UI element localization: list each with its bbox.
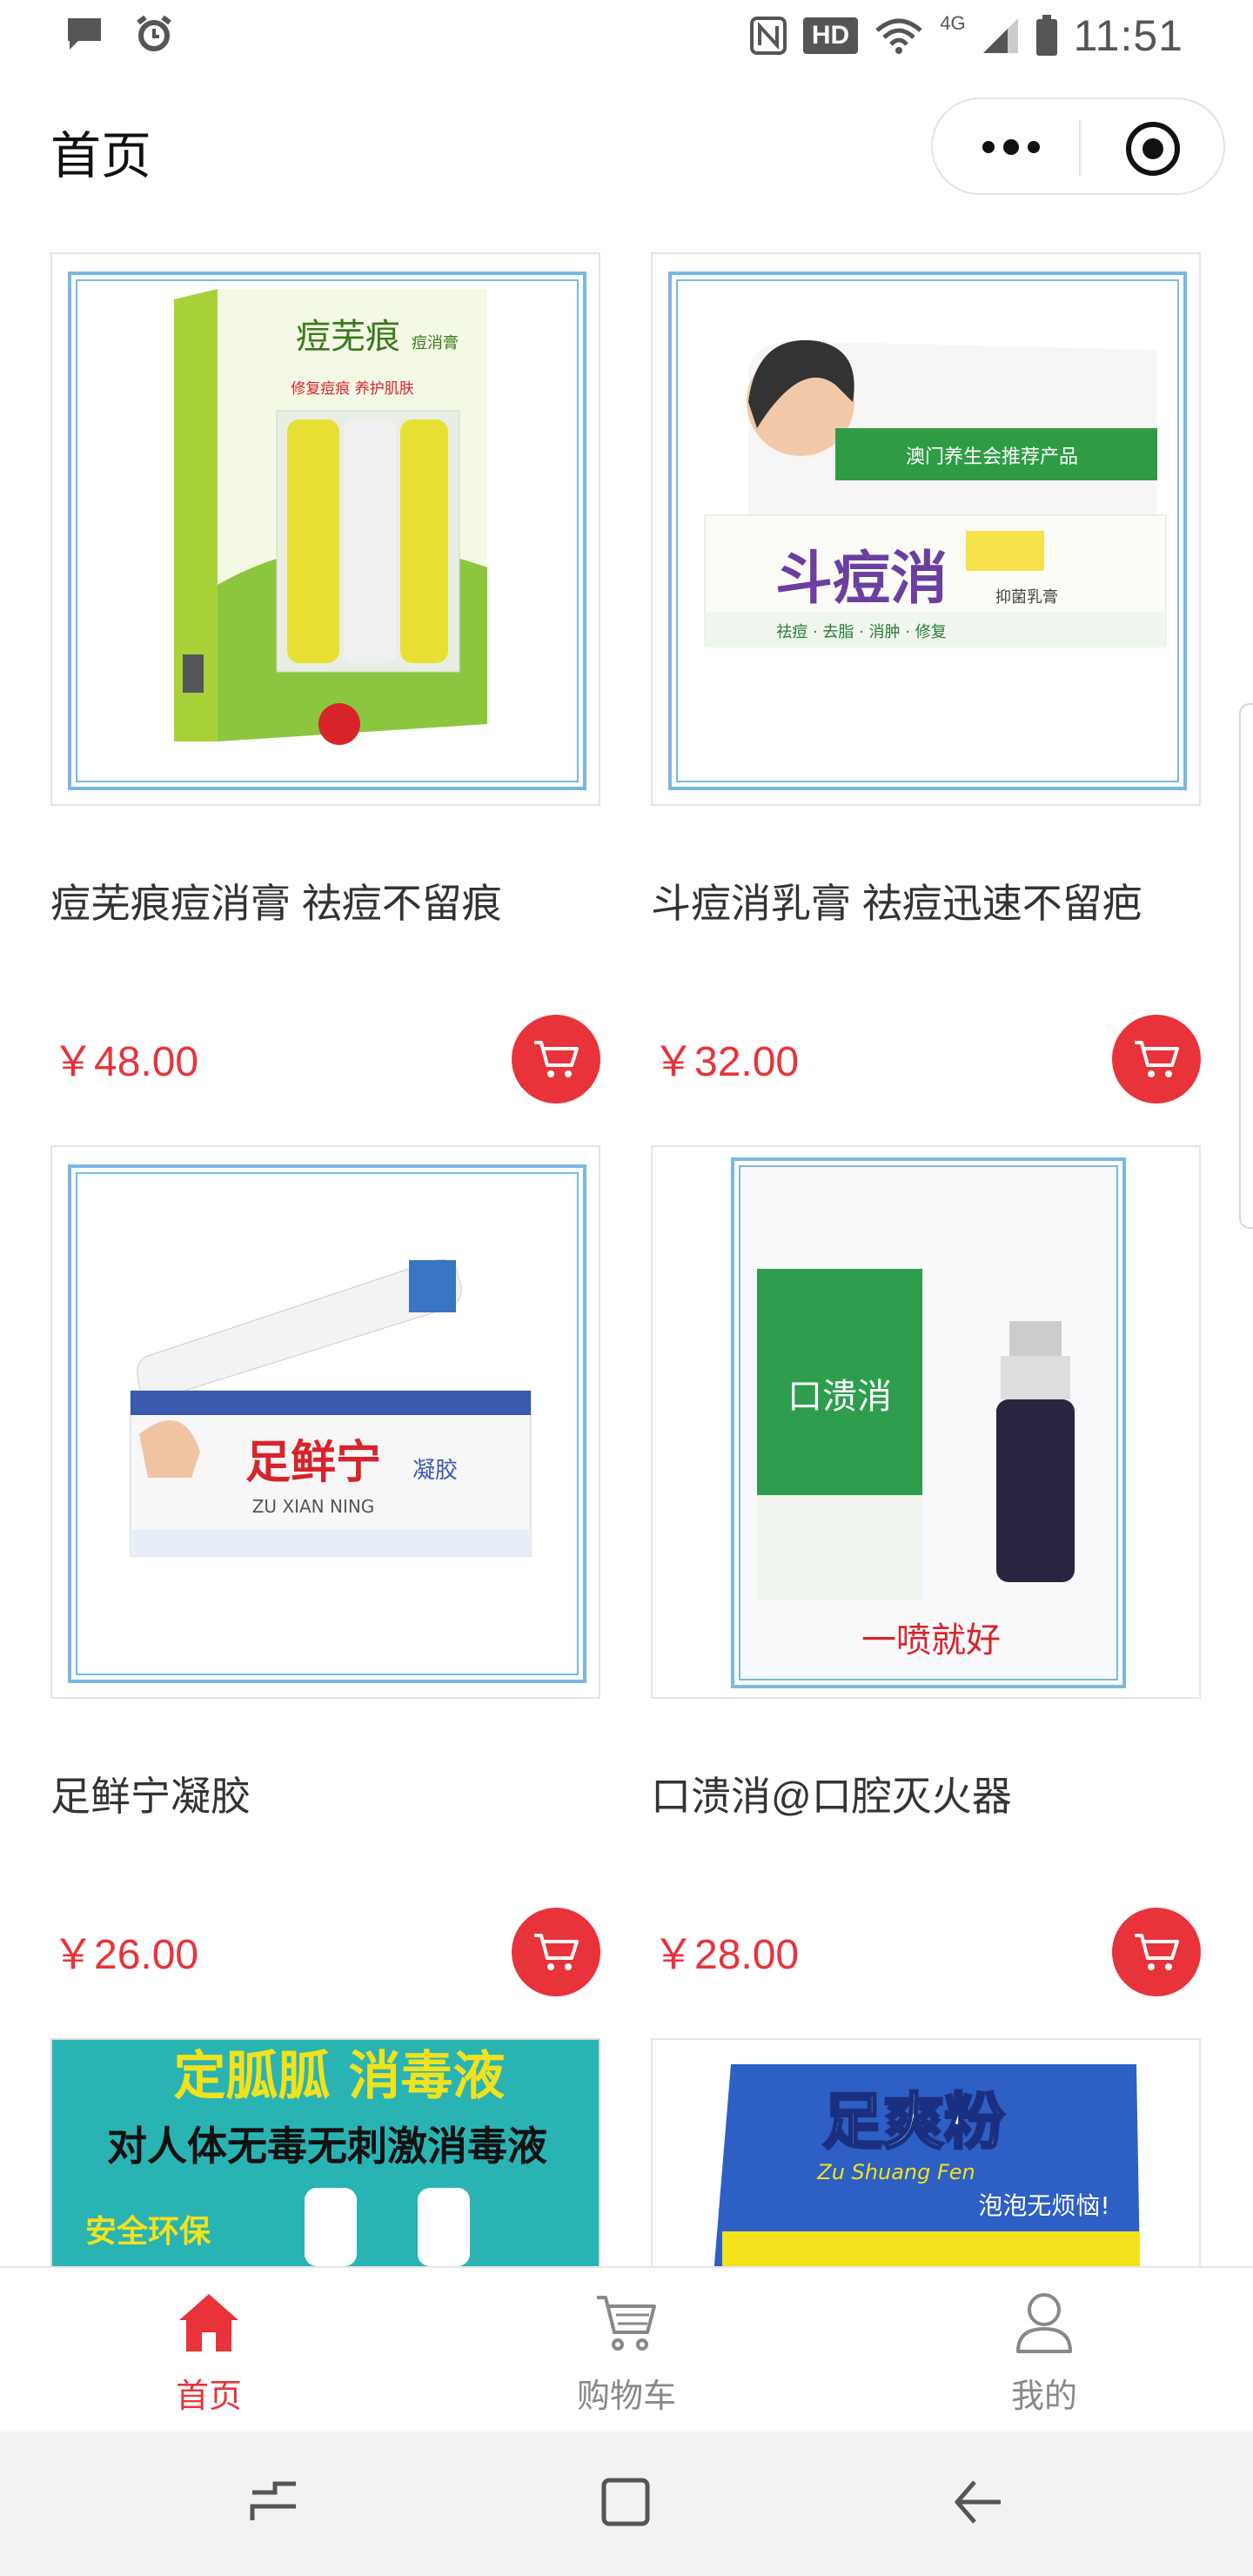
- scroll-indicator[interactable]: [1239, 703, 1253, 1229]
- page-title: 首页: [50, 128, 152, 184]
- product-image[interactable]: 澳门养生会推荐产品 斗痘消 抑菌乳膏 祛痘 · 去脂 · 消肿 · 修复: [651, 252, 1201, 806]
- tab-cart[interactable]: 购物车: [496, 2268, 757, 2433]
- box-sub-text: 对人体无毒无刺激消毒液: [107, 2123, 547, 2170]
- box-brand-text: 定胍胍 消毒液: [174, 2046, 506, 2107]
- add-to-cart-button[interactable]: [512, 1015, 600, 1104]
- cart-icon: [597, 2296, 656, 2351]
- product-grid: 痘芜痕 痘消膏 修复痘痕 养护肌肤 痘芜痕痘消膏 祛痘不留痕 ￥48.00 澳门…: [0, 221, 1253, 2266]
- hd-badge: HD: [802, 17, 859, 54]
- cart-icon: [1135, 1041, 1179, 1077]
- cart-icon: [534, 1041, 579, 1077]
- alarm-icon: [137, 15, 171, 51]
- box-brand-text: 斗痘消: [775, 545, 948, 612]
- product-title[interactable]: 斗痘消乳膏 祛痘迅速不留疤: [651, 872, 1201, 929]
- close-mini-program-icon[interactable]: [1124, 120, 1182, 178]
- tab-label: 购物车: [576, 2378, 676, 2415]
- status-time: 11:51: [1073, 11, 1183, 60]
- box-brand-text: 口溃消: [787, 1377, 892, 1417]
- battery-icon: [1035, 15, 1057, 56]
- box-sub-text: 凝胶: [412, 1458, 458, 1484]
- box-brand-text: 足鲜宁: [245, 1437, 381, 1489]
- product-price: ￥48.00: [52, 1039, 199, 1085]
- tab-home[interactable]: 首页: [78, 2268, 339, 2433]
- box-sub-text: Zu Shuang Fen: [816, 2160, 975, 2184]
- product-image[interactable]: 痘芜痕 痘消膏 修复痘痕 养护肌肤: [50, 252, 600, 806]
- tab-label: 我的: [1010, 2378, 1077, 2415]
- box-sub-text: 抑菌乳膏: [995, 587, 1058, 607]
- product-image[interactable]: 定胍胍 消毒液 对人体无毒无刺激消毒液 安全环保: [50, 2038, 600, 2266]
- mini-program-capsule: [931, 97, 1225, 195]
- box-brand-text: 足爽粉: [822, 2086, 1005, 2157]
- box-brand-text: 痘芜痕: [296, 317, 400, 357]
- product-price: ￥26.00: [52, 1932, 199, 1978]
- box-sub-text: 一喷就好: [861, 1620, 1001, 1660]
- recent-apps-icon[interactable]: [244, 2472, 305, 2532]
- message-icon: [68, 18, 101, 50]
- add-to-cart-button[interactable]: [512, 1908, 600, 1996]
- product-price: ￥28.00: [653, 1932, 800, 1978]
- nav-bar: 首页: [0, 73, 1253, 221]
- product-image[interactable]: 足爽粉 Zu Shuang Fen 泡泡无烦恼!: [651, 2038, 1201, 2266]
- box-tag-text: 修复痘痕 养护肌肤: [291, 380, 413, 398]
- product-title[interactable]: 口溃消@口腔灭火器: [651, 1765, 1201, 1822]
- network-type: 4G: [940, 12, 966, 34]
- tab-label: 首页: [175, 2378, 242, 2415]
- home-icon: [179, 2294, 238, 2351]
- wifi-icon: [875, 18, 922, 54]
- product-image[interactable]: 口溃消 一喷就好: [651, 1145, 1201, 1699]
- system-nav-bar: [0, 2432, 1253, 2576]
- box-tag-text: 安全环保: [85, 2213, 211, 2250]
- back-icon[interactable]: [948, 2472, 1009, 2532]
- more-icon[interactable]: [976, 125, 1046, 169]
- tab-bar: 首页 购物车 我的: [0, 2266, 1253, 2432]
- box-tag-text: 泡泡无烦恼!: [978, 2191, 1109, 2220]
- home-button-icon[interactable]: [595, 2472, 656, 2532]
- capsule-divider: [1079, 120, 1081, 176]
- add-to-cart-button[interactable]: [1112, 1015, 1201, 1104]
- product-image[interactable]: 足鲜宁 凝胶 ZU XIAN NING: [50, 1145, 600, 1699]
- status-bar: HD 4G 11:51: [0, 0, 1253, 73]
- add-to-cart-button[interactable]: [1112, 1908, 1201, 1996]
- nfc-icon: [749, 17, 787, 55]
- box-tag-text: ZU XIAN NING: [252, 1496, 375, 1517]
- cart-icon: [534, 1934, 579, 1970]
- box-sub-text: 痘消膏: [412, 333, 459, 352]
- product-title[interactable]: 痘芜痕痘消膏 祛痘不留痕: [50, 872, 600, 929]
- box-tag2-text: 祛痘 · 去脂 · 消肿 · 修复: [776, 623, 947, 641]
- cart-icon: [1135, 1934, 1179, 1970]
- box-tag-text: 澳门养生会推荐产品: [906, 446, 1078, 468]
- signal-icon: [982, 18, 1018, 53]
- user-icon: [1016, 2293, 1072, 2353]
- product-title[interactable]: 足鲜宁凝胶: [50, 1765, 600, 1822]
- tab-profile[interactable]: 我的: [914, 2268, 1175, 2433]
- product-price: ￥32.00: [653, 1039, 800, 1085]
